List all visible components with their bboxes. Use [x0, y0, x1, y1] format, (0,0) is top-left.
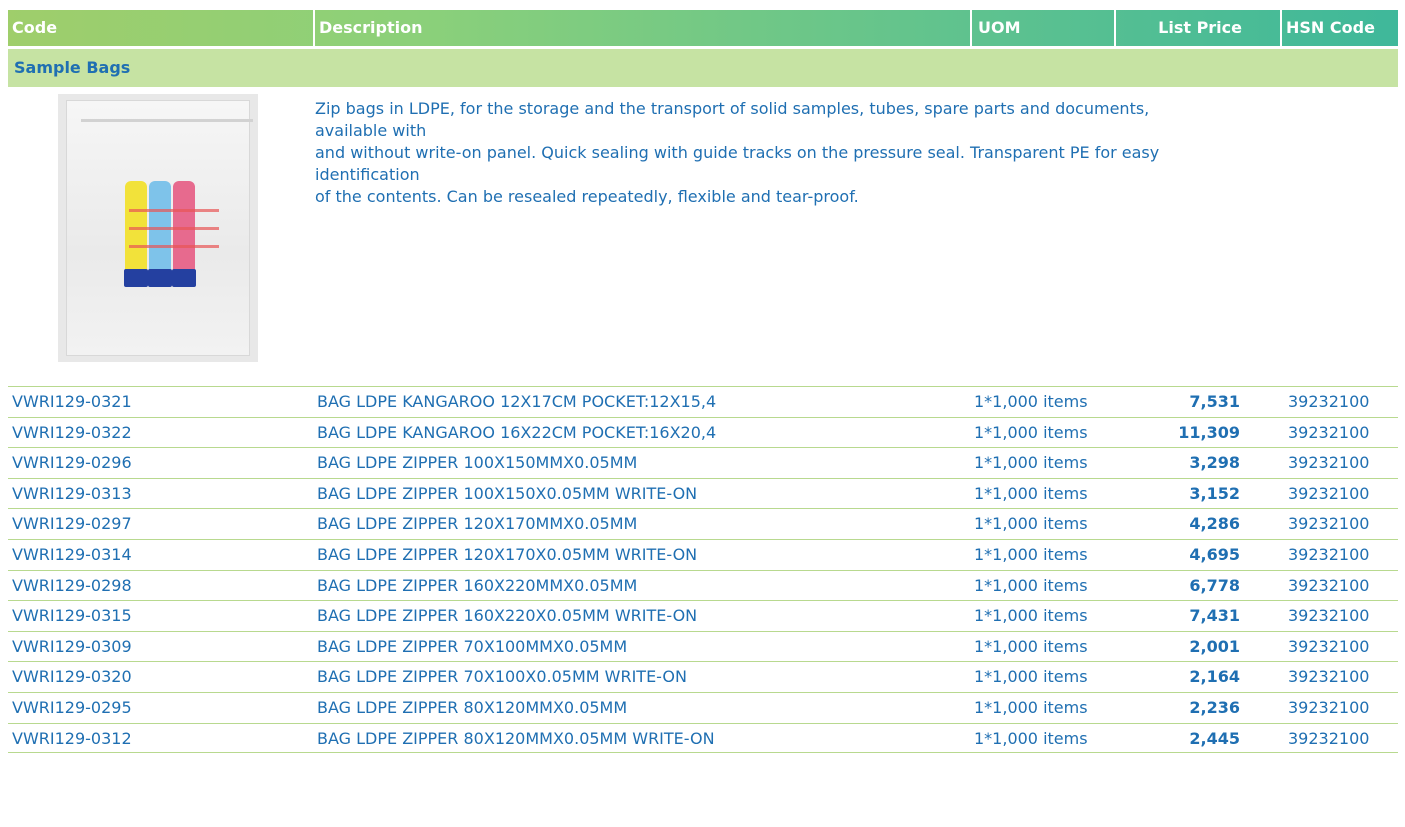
row-uom: 1*1,000 items	[974, 453, 1088, 473]
row-hsn-code: 39232100	[1288, 728, 1370, 748]
row-hsn-code: 39232100	[1288, 575, 1370, 595]
tube-cap	[148, 269, 172, 287]
header-list-price: List Price	[1158, 18, 1242, 37]
row-list-price: 4,286	[1189, 514, 1240, 534]
row-code: VWRI129-0320	[12, 667, 132, 687]
row-code: VWRI129-0295	[12, 697, 132, 717]
row-uom: 1*1,000 items	[974, 483, 1088, 503]
blue-tube	[149, 181, 171, 271]
description-line: identification	[315, 165, 420, 184]
category-title: Sample Bags	[8, 49, 1398, 87]
row-list-price: 7,431	[1189, 606, 1240, 626]
print-band	[129, 245, 219, 248]
yellow-tube	[125, 181, 147, 271]
header-description: Description	[319, 18, 423, 37]
description-line: Zip bags in LDPE, for the storage and th…	[315, 99, 1150, 118]
table-row: VWRI129-0312 BAG LDPE ZIPPER 80X120MMX0.0…	[8, 722, 1398, 754]
row-description: BAG LDPE ZIPPER 70X100MMX0.05MM	[317, 636, 628, 656]
row-description: BAG LDPE ZIPPER 100X150X0.05MM WRITE-ON	[317, 483, 698, 503]
sample-bag-photo-icon	[66, 100, 253, 356]
row-list-price: 2,001	[1189, 636, 1240, 656]
header-uom: UOM	[978, 18, 1021, 37]
header-hsn-code: HSN Code	[1286, 18, 1375, 37]
table-row: VWRI129-0297 BAG LDPE ZIPPER 120X170MMX0.…	[8, 508, 1398, 539]
row-hsn-code: 39232100	[1288, 483, 1370, 503]
row-hsn-code: 39232100	[1288, 636, 1370, 656]
row-uom: 1*1,000 items	[974, 575, 1088, 595]
row-list-price: 2,164	[1189, 667, 1240, 687]
row-code: VWRI129-0314	[12, 544, 132, 564]
row-description: BAG LDPE ZIPPER 70X100X0.05MM WRITE-ON	[317, 667, 687, 687]
row-description: BAG LDPE ZIPPER 120X170MMX0.05MM	[317, 514, 638, 534]
row-description: BAG LDPE ZIPPER 80X120MMX0.05MM WRITE-ON	[317, 728, 715, 748]
description-line: and without write-on panel. Quick sealin…	[315, 143, 1160, 162]
table-row: VWRI129-0315 BAG LDPE ZIPPER 160X220X0.05…	[8, 600, 1398, 631]
row-code: VWRI129-0313	[12, 483, 132, 503]
tube-cap	[172, 269, 196, 287]
header-code: Code	[12, 18, 58, 37]
row-description: BAG LDPE KANGAROO 12X17CM POCKET:12X15,4	[317, 392, 717, 411]
row-uom: 1*1,000 items	[974, 728, 1088, 748]
table-row: VWRI129-0309 BAG LDPE ZIPPER 70X100MMX0.0…	[8, 630, 1398, 662]
row-list-price: 2,445	[1189, 728, 1240, 748]
row-list-price: 6,778	[1189, 575, 1240, 595]
table-row: VWRI129-0298 BAG LDPE ZIPPER 160X220MMX0.…	[8, 569, 1398, 601]
row-description: BAG LDPE ZIPPER 160X220MMX0.05MM	[317, 575, 638, 595]
row-code: VWRI129-0296	[12, 453, 132, 473]
row-code: VWRI129-0297	[12, 514, 132, 534]
row-list-price: 2,236	[1189, 697, 1240, 717]
description-line: of the contents. Can be resealed repeate…	[315, 187, 859, 206]
product-table: VWRI129-0321 BAG LDPE KANGAROO 12X17CM PO…	[8, 386, 1398, 754]
row-hsn-code: 39232100	[1288, 514, 1370, 534]
row-description: BAG LDPE ZIPPER 100X150MMX0.05MM	[317, 453, 638, 473]
price-list-page: Code Description UOM List Price HSN Code…	[0, 0, 1405, 827]
row-list-price: 3,298	[1189, 453, 1240, 473]
product-image	[58, 94, 258, 362]
row-code: VWRI129-0315	[12, 606, 132, 626]
print-band	[129, 209, 219, 212]
row-uom: 1*1,000 items	[974, 667, 1088, 687]
table-row: VWRI129-0314 BAG LDPE ZIPPER 120X170X0.05…	[8, 538, 1398, 570]
table-row: VWRI129-0296 BAG LDPE ZIPPER 100X150MMX0.…	[8, 447, 1398, 478]
row-uom: 1*1,000 items	[974, 514, 1088, 534]
row-uom: 1*1,000 items	[974, 697, 1088, 717]
row-hsn-code: 39232100	[1288, 453, 1370, 473]
print-band	[129, 227, 219, 230]
table-row: VWRI129-0322 BAG LDPE KANGAROO 16X22CM PO…	[8, 416, 1398, 448]
table-header: Code Description UOM List Price HSN Code	[8, 10, 1398, 46]
row-code: VWRI129-0322	[12, 422, 132, 442]
row-hsn-code: 39232100	[1288, 667, 1370, 687]
table-row: VWRI129-0320 BAG LDPE ZIPPER 70X100X0.05M…	[8, 661, 1398, 692]
row-list-price: 11,309	[1178, 422, 1240, 442]
row-list-price: 7,531	[1189, 392, 1240, 411]
table-row: VWRI129-0313 BAG LDPE ZIPPER 100X150X0.05…	[8, 477, 1398, 509]
row-hsn-code: 39232100	[1288, 606, 1370, 626]
row-code: VWRI129-0309	[12, 636, 132, 656]
row-description: BAG LDPE ZIPPER 120X170X0.05MM WRITE-ON	[317, 544, 698, 564]
product-description: Zip bags in LDPE, for the storage and th…	[315, 98, 1375, 208]
row-hsn-code: 39232100	[1288, 422, 1370, 442]
row-hsn-code: 39232100	[1288, 697, 1370, 717]
row-uom: 1*1,000 items	[974, 392, 1088, 411]
row-hsn-code: 39232100	[1288, 544, 1370, 564]
row-list-price: 4,695	[1189, 544, 1240, 564]
row-code: VWRI129-0321	[12, 392, 132, 411]
row-description: BAG LDPE ZIPPER 160X220X0.05MM WRITE-ON	[317, 606, 698, 626]
row-code: VWRI129-0312	[12, 728, 132, 748]
row-uom: 1*1,000 items	[974, 606, 1088, 626]
row-uom: 1*1,000 items	[974, 422, 1088, 442]
row-hsn-code: 39232100	[1288, 392, 1370, 411]
zipper-line	[81, 119, 253, 122]
table-row: VWRI129-0321 BAG LDPE KANGAROO 12X17CM PO…	[8, 386, 1398, 417]
row-list-price: 3,152	[1189, 483, 1240, 503]
table-row: VWRI129-0295 BAG LDPE ZIPPER 80X120MMX0.0…	[8, 691, 1398, 723]
tube-cap	[124, 269, 148, 287]
row-uom: 1*1,000 items	[974, 636, 1088, 656]
red-tube	[173, 181, 195, 271]
row-description: BAG LDPE ZIPPER 80X120MMX0.05MM	[317, 697, 628, 717]
row-description: BAG LDPE KANGAROO 16X22CM POCKET:16X20,4	[317, 422, 717, 442]
row-code: VWRI129-0298	[12, 575, 132, 595]
row-uom: 1*1,000 items	[974, 544, 1088, 564]
description-line: available with	[315, 121, 427, 140]
